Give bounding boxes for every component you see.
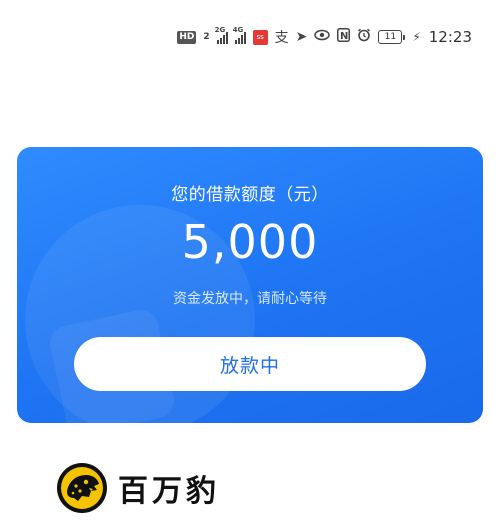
- signal-4g-icon: 4G: [233, 26, 246, 44]
- status-time: 12:23: [428, 28, 472, 46]
- credit-limit-title: 您的借款额度（元）: [171, 185, 329, 205]
- status-bar: HD 2 2G 4G ss 支 ➤ N 11 ⚡ 12:23: [0, 0, 500, 60]
- credit-limit-amount: 5,000: [181, 215, 319, 269]
- charging-bolt-icon: ⚡: [412, 30, 421, 44]
- eye-icon: [314, 29, 331, 45]
- status-icons: HD 2 2G 4G ss 支 ➤ N 11 ⚡ 12:23: [177, 26, 472, 48]
- battery-icon: 11: [378, 30, 406, 44]
- svg-text:N: N: [340, 31, 348, 42]
- loan-credit-card: 您的借款额度（元） 5,000 资金发放中，请耐心等待 放款中: [17, 147, 483, 423]
- leopard-logo-icon: [57, 463, 107, 513]
- brand-watermark: 百万豹: [56, 460, 220, 516]
- nfc-icon: N: [337, 28, 351, 46]
- disbursing-button[interactable]: 放款中: [74, 337, 426, 391]
- app-notification-icon: ss: [252, 29, 268, 45]
- signal-2g-icon: 2G: [215, 26, 228, 44]
- sim-slot-label: 2: [203, 32, 210, 42]
- disbursement-status-text: 资金发放中，请耐心等待: [173, 291, 327, 307]
- brand-name: 百万豹: [118, 474, 220, 509]
- alarm-icon: [357, 28, 371, 46]
- alipay-icon: 支: [274, 30, 289, 46]
- location-arrow-icon: ➤: [295, 29, 308, 45]
- hd-icon: HD: [177, 30, 197, 44]
